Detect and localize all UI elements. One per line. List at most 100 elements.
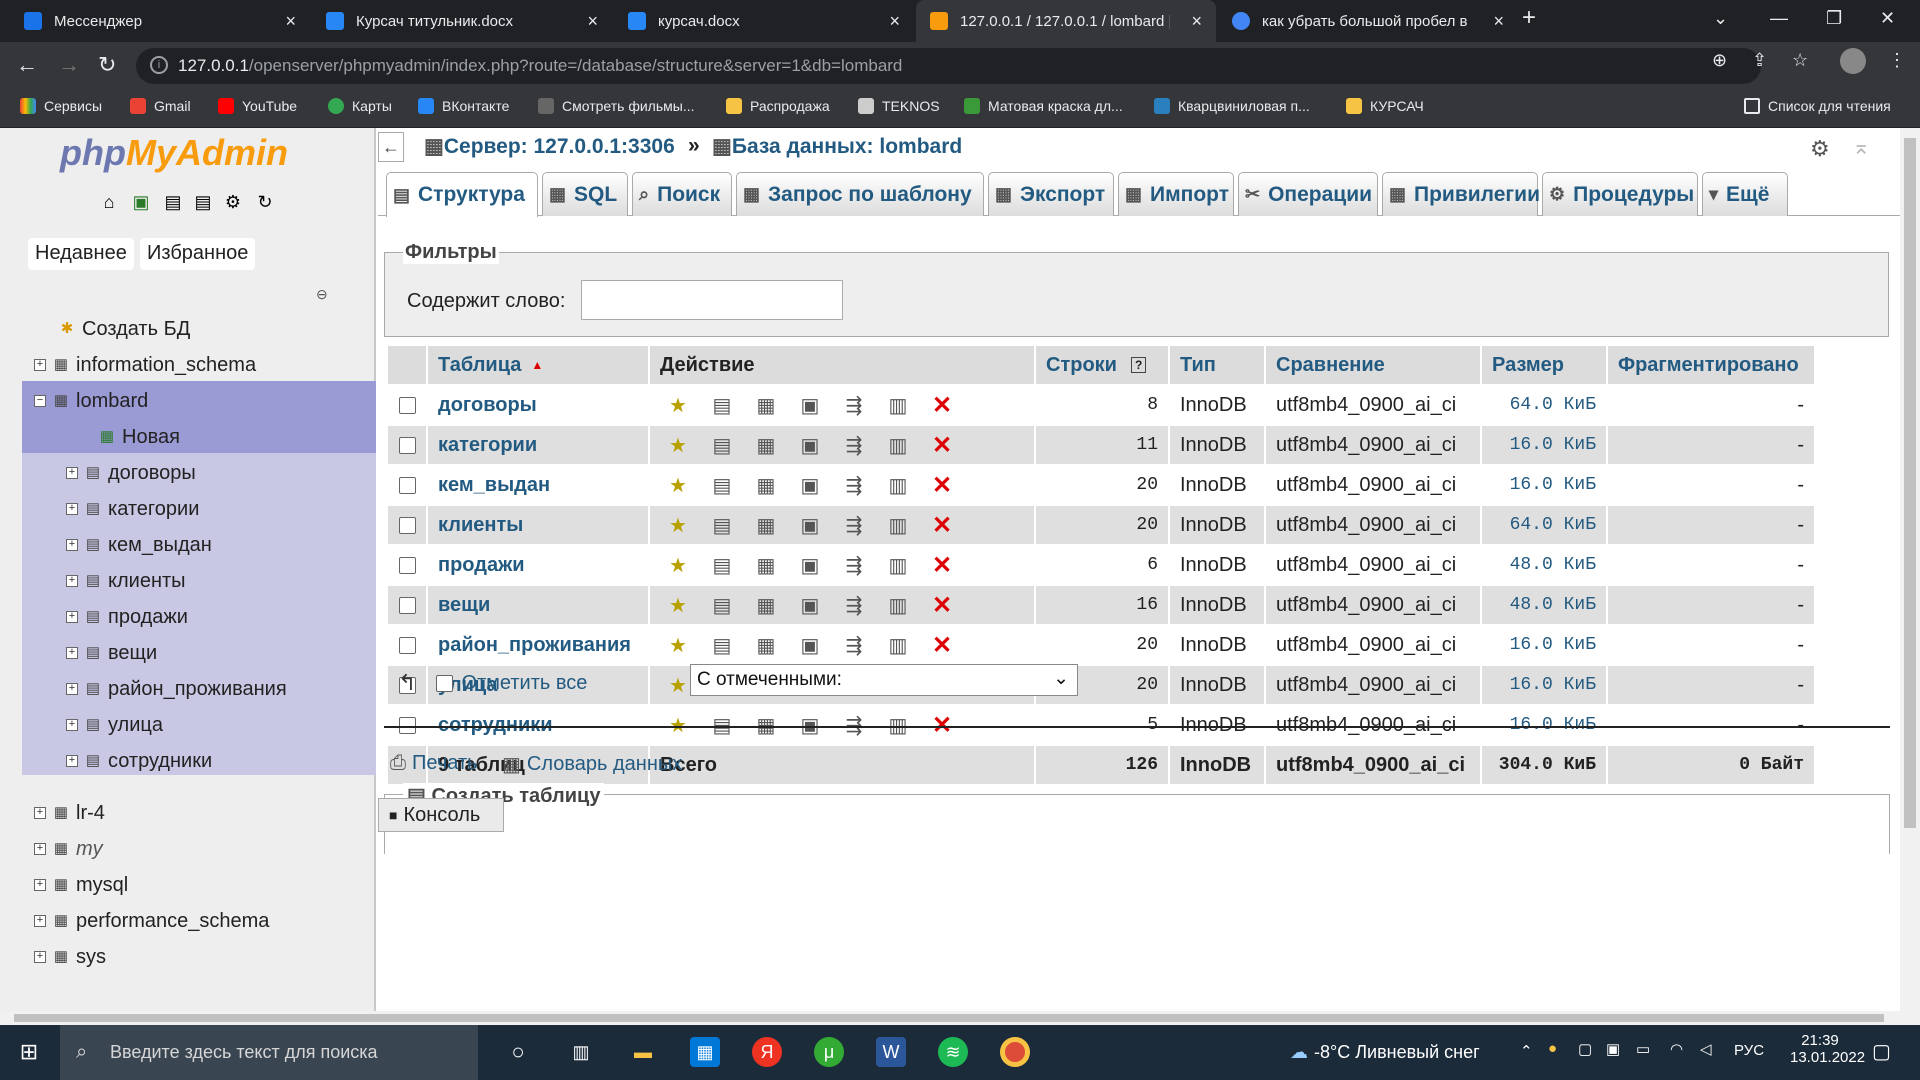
close-icon[interactable]: × [285,11,296,32]
browse-icon[interactable]: ▤ [708,593,736,618]
browse-icon[interactable]: ▤ [708,633,736,658]
forward-icon[interactable]: → [58,52,80,78]
browser-tab-phpmyadmin[interactable]: 127.0.0.1 / 127.0.0.1 / lombard | ... × [916,0,1216,42]
bookmark-sale[interactable]: Распродажа [726,98,830,114]
utorrent-icon[interactable]: μ [814,1037,844,1067]
breadcrumb-server[interactable]: ▦Сервер: 127.0.0.1:3306 [424,134,675,159]
tab-search[interactable]: ⌕ Поиск [632,172,732,216]
nav-table-item[interactable]: + ▤ вещи [66,636,157,670]
table-name-link[interactable]: клиенты [438,514,523,537]
db-item-lombard[interactable]: − ▦ lombard [34,384,148,418]
browse-icon[interactable]: ▤ [708,713,736,738]
close-icon[interactable]: × [587,11,598,32]
yandex-icon[interactable]: Я [752,1037,782,1067]
tray-network-icon[interactable]: ▣ [1606,1040,1620,1058]
browse-icon[interactable]: ▤ [708,553,736,578]
col-header-size[interactable]: Размер [1492,354,1564,377]
collapse-icon[interactable]: − [34,395,46,407]
expand-icon[interactable]: + [66,719,78,731]
bookmark-teknos[interactable]: TEKNOS [858,98,940,114]
search-table-icon[interactable]: ▣ [796,473,824,498]
col-header-rows[interactable]: Строки [1046,354,1117,377]
row-checkbox[interactable] [398,636,416,654]
db-item[interactable]: + ▦ my [34,832,103,866]
scroll-top-icon[interactable]: ⌅ [1852,134,1870,160]
row-checkbox[interactable] [398,396,416,414]
expand-icon[interactable]: + [66,611,78,623]
table-name-link[interactable]: вещи [438,594,490,617]
empty-table-icon[interactable]: ▥ [884,633,912,658]
nav-table-item[interactable]: + ▤ категории [66,492,199,526]
structure-icon[interactable]: ▦ [752,553,780,578]
explorer-icon[interactable]: ▬ [628,1037,658,1067]
create-db-item[interactable]: ✱ Создать БД [58,312,191,346]
bookmark-gmail[interactable]: Gmail [130,98,191,114]
spotify-icon[interactable]: ≋ [938,1037,968,1067]
vertical-scrollbar[interactable] [1900,128,1920,1011]
browse-icon[interactable]: ▤ [708,513,736,538]
favorite-star-icon[interactable]: ★ [664,473,692,498]
tab-query[interactable]: ▦ Запрос по шаблону [736,172,984,216]
search-table-icon[interactable]: ▣ [796,553,824,578]
favorite-star-icon[interactable]: ★ [664,553,692,578]
tab-export[interactable]: ▦ Экспорт [988,172,1114,216]
word-icon[interactable]: W [876,1037,906,1067]
insert-icon[interactable]: ⇶ [840,393,868,418]
nav-table-item[interactable]: + ▤ кем_выдан [66,528,212,562]
row-checkbox[interactable] [398,716,416,734]
close-window-icon[interactable]: ✕ [1880,8,1895,29]
insert-icon[interactable]: ⇶ [840,713,868,738]
table-name-link[interactable]: кем_выдан [438,474,550,497]
search-table-icon[interactable]: ▣ [796,713,824,738]
filter-input[interactable] [581,280,843,320]
row-checkbox[interactable] [398,516,416,534]
bookmark-kursach[interactable]: КУРСАЧ [1346,98,1424,114]
browser-tab-messenger[interactable]: Мессенджер × [10,0,310,42]
expand-icon[interactable]: + [34,807,46,819]
table-name-link[interactable]: категории [438,434,537,457]
tab-privileges[interactable]: ▦ Привилегии [1382,172,1540,216]
row-checkbox[interactable] [398,596,416,614]
drop-table-icon[interactable]: ✕ [928,391,956,420]
col-header-table[interactable]: Таблица [438,354,521,377]
nav-table-item[interactable]: + ▤ договоры [66,456,196,490]
nav-table-item[interactable]: + ▤ район_проживания [66,672,287,706]
structure-icon[interactable]: ▦ [752,633,780,658]
nav-table-item[interactable]: + ▤ улица [66,708,163,742]
logout-icon[interactable]: ▣ [130,192,152,214]
browse-icon[interactable]: ▤ [708,473,736,498]
settings-icon[interactable]: ⚙ [222,192,244,214]
docs-icon[interactable]: ▤ [162,192,184,214]
structure-icon[interactable]: ▦ [752,433,780,458]
table-size[interactable]: 16.0 КиБ [1510,675,1596,695]
structure-icon[interactable]: ▦ [752,593,780,618]
reload-nav-icon[interactable]: ↻ [254,192,276,214]
db-item[interactable]: + ▦ lr-4 [34,796,105,830]
browse-icon[interactable]: ▤ [708,433,736,458]
expand-icon[interactable]: + [34,359,46,371]
drop-table-icon[interactable]: ✕ [928,551,956,580]
insert-icon[interactable]: ⇶ [840,433,868,458]
insert-icon[interactable]: ⇶ [840,513,868,538]
search-table-icon[interactable]: ▣ [796,593,824,618]
col-header-overhead[interactable]: Фрагментировано [1618,354,1799,377]
battery-icon[interactable]: ▭ [1636,1040,1650,1058]
volume-icon[interactable]: ◁ [1700,1040,1712,1058]
col-header-type[interactable]: Тип [1180,354,1216,377]
expand-icon[interactable]: + [66,755,78,767]
help-icon[interactable]: ? [1130,357,1147,373]
tab-search-icon[interactable]: ⌄ [1713,8,1728,29]
db-item[interactable]: + ▦ performance_schema [34,904,269,938]
close-icon[interactable]: × [1493,11,1504,32]
minimize-icon[interactable]: — [1770,8,1788,29]
collapse-nav-icon[interactable]: ← [378,132,404,162]
cortana-icon[interactable]: ○ [503,1037,533,1067]
table-size[interactable]: 48.0 КиБ [1510,595,1596,615]
row-checkbox[interactable] [398,556,416,574]
db-item[interactable]: + ▦ sys [34,940,106,974]
bookmark-services[interactable]: Сервисы [20,98,102,114]
table-size[interactable]: 64.0 КиБ [1510,515,1596,535]
table-name-link[interactable]: продажи [438,554,525,577]
tab-import[interactable]: ▦ Импорт [1118,172,1234,216]
table-size[interactable]: 16.0 КиБ [1510,715,1596,735]
